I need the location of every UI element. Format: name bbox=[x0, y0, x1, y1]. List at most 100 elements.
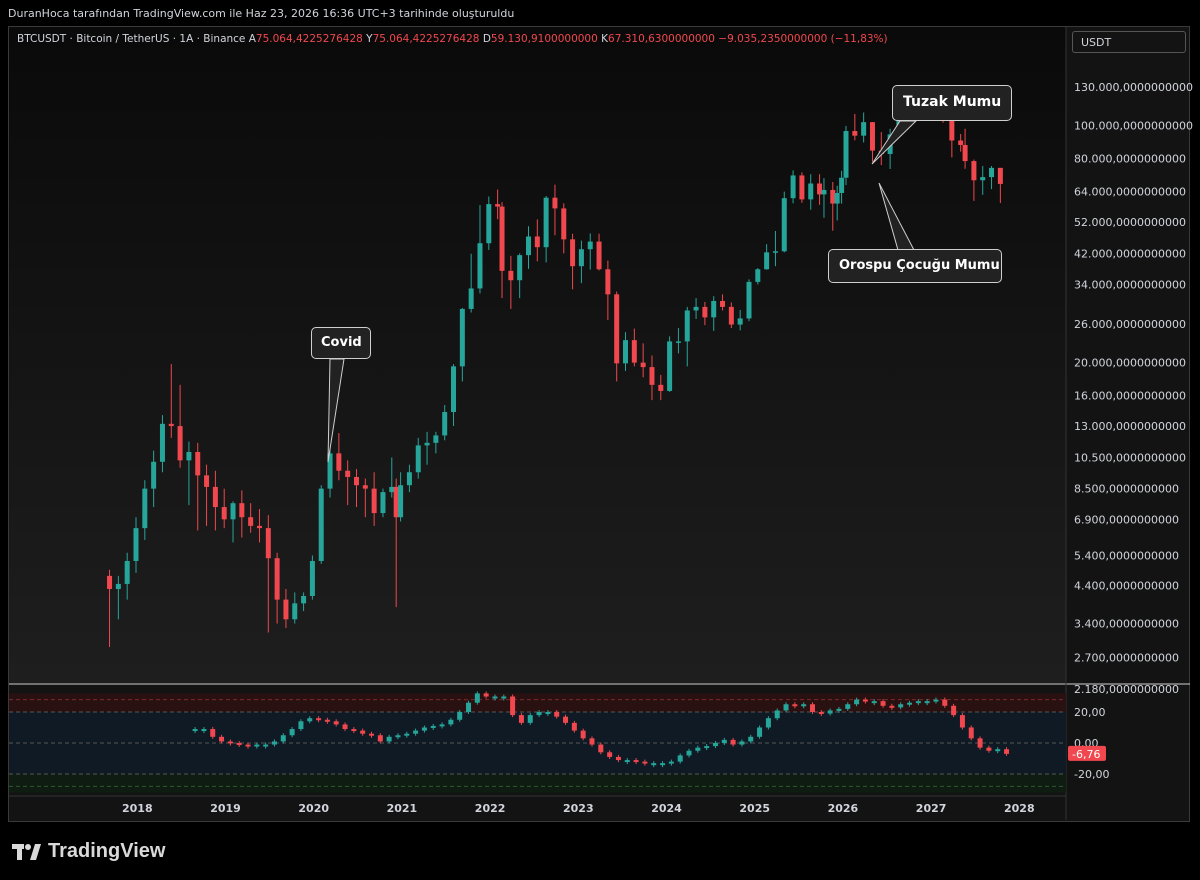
price-chart[interactable]: 130.000,0000000000 100.000,0000000000 80.0… bbox=[0, 0, 1200, 880]
price-tick-label: 4.400,0000000000 bbox=[1074, 580, 1179, 593]
candle-body bbox=[159, 423, 165, 462]
oscillator-bar bbox=[907, 702, 913, 705]
candle-body bbox=[799, 175, 805, 200]
candle-body bbox=[534, 236, 540, 248]
oscillator-bar bbox=[271, 741, 277, 745]
candle-body bbox=[115, 583, 121, 589]
oscillator-bar bbox=[889, 705, 895, 708]
oscillator-bar bbox=[783, 704, 789, 711]
candle-body bbox=[256, 525, 262, 529]
candle-body bbox=[830, 189, 836, 204]
candle-body bbox=[587, 241, 593, 250]
oscillator-bar bbox=[933, 699, 939, 702]
oscillator-bar bbox=[210, 729, 216, 737]
oscillator-bar bbox=[757, 727, 763, 737]
candle-body bbox=[265, 528, 271, 559]
oscillator-bar bbox=[280, 735, 286, 742]
candle-body bbox=[389, 486, 395, 493]
candle-body bbox=[336, 453, 342, 471]
candle-body bbox=[107, 575, 113, 589]
currency-badge[interactable]: USDT bbox=[1072, 31, 1186, 53]
candle-body bbox=[737, 318, 743, 325]
legend-symbol: BTCUSDT · Bitcoin / TetherUS · 1A · Bina… bbox=[17, 33, 246, 45]
candle-body bbox=[371, 488, 377, 514]
oscillator-bar bbox=[951, 705, 957, 716]
candle-body bbox=[997, 167, 1003, 184]
candle-body bbox=[693, 306, 699, 311]
oscillator-bar bbox=[712, 743, 718, 747]
candle-body bbox=[720, 300, 726, 307]
tradingview-logo[interactable]: TradingView bbox=[12, 840, 165, 863]
oscillator-bar bbox=[827, 710, 833, 714]
oscillator-bar bbox=[598, 744, 604, 753]
oscillator-bar bbox=[536, 712, 542, 716]
oscillator-bar bbox=[510, 696, 516, 716]
oscillator-tick-label: -20,00 bbox=[1074, 768, 1109, 781]
oscillator-bar bbox=[236, 743, 242, 745]
oscillator-bar bbox=[942, 699, 948, 706]
candle-body bbox=[790, 175, 796, 199]
oscillator-bar bbox=[413, 730, 419, 734]
oscillator-bar bbox=[633, 760, 639, 763]
candle-body bbox=[543, 197, 549, 248]
oscillator-bar bbox=[227, 741, 233, 744]
candle-body bbox=[772, 251, 778, 253]
candle-body bbox=[398, 485, 404, 518]
time-tick-label: 2024 bbox=[651, 802, 682, 815]
price-tick-label: 5.400,0000000000 bbox=[1074, 549, 1179, 562]
legend-close-label: K bbox=[601, 33, 609, 45]
oscillator-bar bbox=[474, 693, 480, 703]
candle-body bbox=[971, 161, 977, 181]
price-tick-label: 2.180,0000000000 bbox=[1074, 683, 1179, 696]
oscillator-bar bbox=[924, 701, 930, 704]
oscillator-bar bbox=[368, 733, 374, 736]
time-tick-label: 2028 bbox=[1004, 802, 1035, 815]
candle-body bbox=[495, 204, 501, 207]
oscillator-bar bbox=[624, 760, 630, 763]
candle-body bbox=[239, 503, 245, 518]
price-tick-label: 16.000,0000000000 bbox=[1074, 389, 1186, 402]
oscillator-bar bbox=[307, 718, 313, 722]
candle-body bbox=[614, 294, 620, 364]
candle-body bbox=[755, 269, 761, 282]
candle-body bbox=[623, 340, 629, 364]
candle-body bbox=[230, 503, 236, 520]
candle-body bbox=[248, 517, 254, 526]
price-tick-label: 10.500,0000000000 bbox=[1074, 452, 1186, 465]
candle-body bbox=[702, 306, 708, 318]
candle-body bbox=[781, 198, 787, 252]
oscillator-bar bbox=[871, 701, 877, 704]
oscillator-tick-label: 20,00 bbox=[1074, 706, 1106, 719]
price-tick-label: 34.000,0000000000 bbox=[1074, 278, 1186, 291]
time-tick-label: 2025 bbox=[739, 802, 770, 815]
time-tick-label: 2023 bbox=[563, 802, 594, 815]
candle-body bbox=[675, 341, 681, 343]
oscillator-bar bbox=[686, 750, 692, 756]
oscillator-bar bbox=[818, 712, 824, 714]
oscillator-bar bbox=[615, 756, 621, 761]
candle-body bbox=[658, 384, 664, 391]
oscillator-bar bbox=[730, 739, 736, 745]
oscillator-bar bbox=[660, 763, 666, 766]
oscillator-bar bbox=[739, 741, 745, 745]
oscillator-bar bbox=[704, 746, 710, 749]
candle-body bbox=[133, 528, 139, 561]
oscillator-bar bbox=[501, 696, 507, 699]
oscillator-bar bbox=[801, 704, 807, 707]
oscillator-bar bbox=[333, 721, 339, 725]
candle-body bbox=[459, 308, 465, 367]
candle-body bbox=[221, 507, 227, 520]
candle-body bbox=[345, 470, 351, 477]
oscillator-bar bbox=[845, 704, 851, 709]
price-tick-label: 52.000,0000000000 bbox=[1074, 216, 1186, 229]
candle-body bbox=[393, 486, 399, 518]
candle-body bbox=[578, 249, 584, 267]
candle-body bbox=[570, 239, 576, 267]
price-tick-label: 26.000,0000000000 bbox=[1074, 318, 1186, 331]
legend-open-value: 75.064,4225276428 bbox=[255, 33, 363, 45]
oscillator-bar bbox=[651, 763, 657, 766]
oscillator-value-label: -6,76 bbox=[1072, 748, 1100, 761]
candle-body bbox=[274, 558, 280, 600]
brand-name: TradingView bbox=[48, 840, 166, 862]
oscillator-bar bbox=[986, 747, 992, 751]
